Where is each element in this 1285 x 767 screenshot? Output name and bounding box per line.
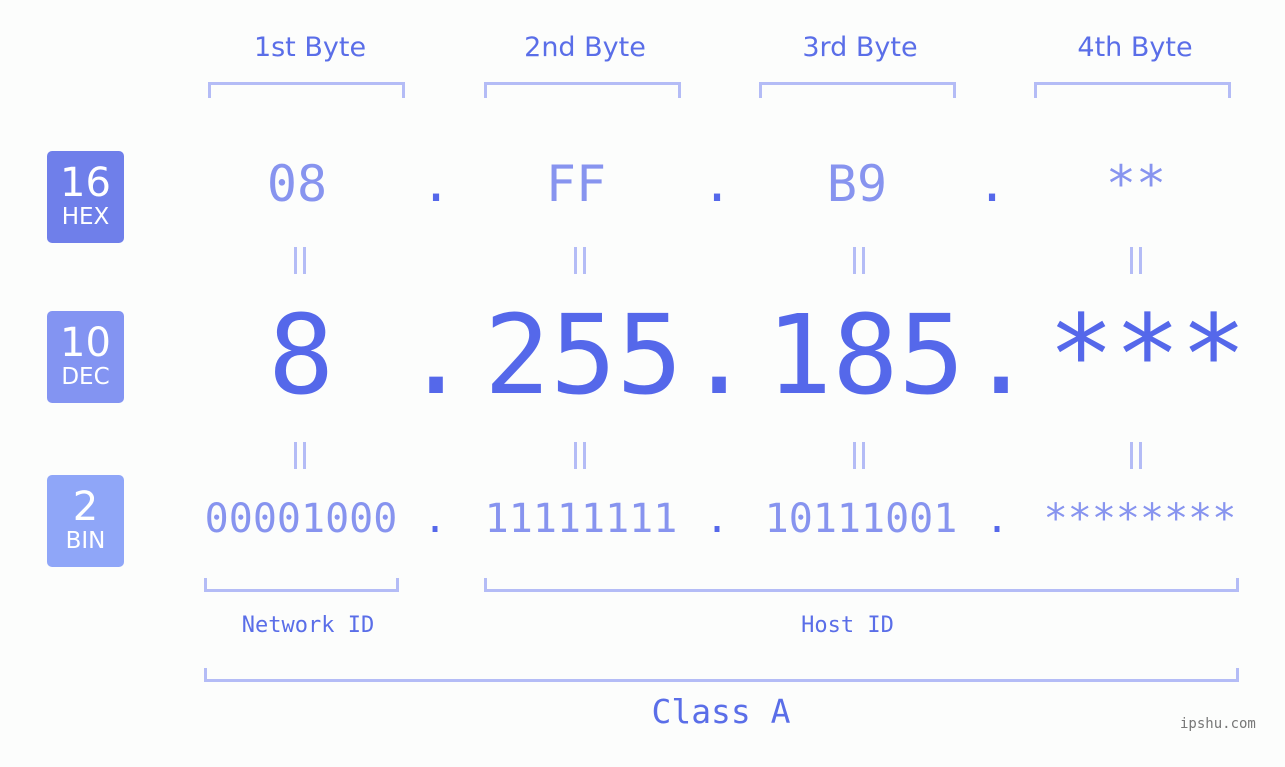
dec-dot-1: . <box>403 291 470 419</box>
bin-dot-1: . <box>423 496 448 542</box>
host-id-label: Host ID <box>801 613 894 638</box>
dec-byte-1: 8 <box>268 291 335 419</box>
byte-bracket-4 <box>1034 82 1231 98</box>
equals-icon <box>294 442 306 469</box>
byte-bracket-3 <box>759 82 956 98</box>
class-bracket <box>204 668 1239 682</box>
hex-byte-1: 08 <box>266 155 328 213</box>
dec-byte-2: 255 <box>484 291 683 419</box>
bin-dot-3: . <box>985 496 1010 542</box>
network-id-bracket <box>204 578 399 592</box>
class-label: Class A <box>651 692 791 731</box>
bin-badge: 2 BIN <box>47 475 124 567</box>
hex-byte-3: B9 <box>826 155 888 213</box>
dec-badge: 10 DEC <box>47 311 124 403</box>
bin-byte-3: 10111001 <box>764 496 958 542</box>
bin-base: 2 <box>72 484 99 530</box>
bin-byte-1: 00001000 <box>204 496 398 542</box>
equals-icon <box>853 442 865 469</box>
host-id-bracket <box>484 578 1239 592</box>
hex-byte-2: FF <box>545 155 607 213</box>
equals-icon <box>1130 442 1142 469</box>
bin-dot-2: . <box>705 496 730 542</box>
dec-label: DEC <box>61 364 110 390</box>
dec-base: 10 <box>60 320 111 366</box>
dec-byte-4: *** <box>1048 291 1247 419</box>
byte-header-2: 2nd Byte <box>524 32 646 63</box>
byte-bracket-2 <box>484 82 681 98</box>
hex-badge: 16 HEX <box>47 151 124 243</box>
byte-header-4: 4th Byte <box>1077 32 1193 63</box>
hex-dot-3: . <box>977 155 1008 213</box>
hex-dot-2: . <box>702 155 733 213</box>
byte-header-1: 1st Byte <box>253 32 367 63</box>
byte-header-3: 3rd Byte <box>802 32 918 63</box>
byte-bracket-1 <box>208 82 405 98</box>
dec-dot-2: . <box>686 291 753 419</box>
equals-icon <box>574 442 586 469</box>
bin-byte-4: ******** <box>1043 496 1237 542</box>
bin-byte-2: 11111111 <box>484 496 678 542</box>
equals-icon <box>853 247 865 274</box>
dec-dot-3: . <box>968 291 1035 419</box>
equals-icon <box>294 247 306 274</box>
equals-icon <box>574 247 586 274</box>
hex-label: HEX <box>61 204 110 230</box>
hex-byte-4: ** <box>1105 155 1167 213</box>
network-id-label: Network ID <box>241 613 375 638</box>
hex-base: 16 <box>60 160 111 206</box>
hex-dot-1: . <box>421 155 452 213</box>
dec-byte-3: 185 <box>766 291 965 419</box>
bin-label: BIN <box>65 528 106 554</box>
watermark: ipshu.com <box>1180 716 1256 732</box>
equals-icon <box>1130 247 1142 274</box>
